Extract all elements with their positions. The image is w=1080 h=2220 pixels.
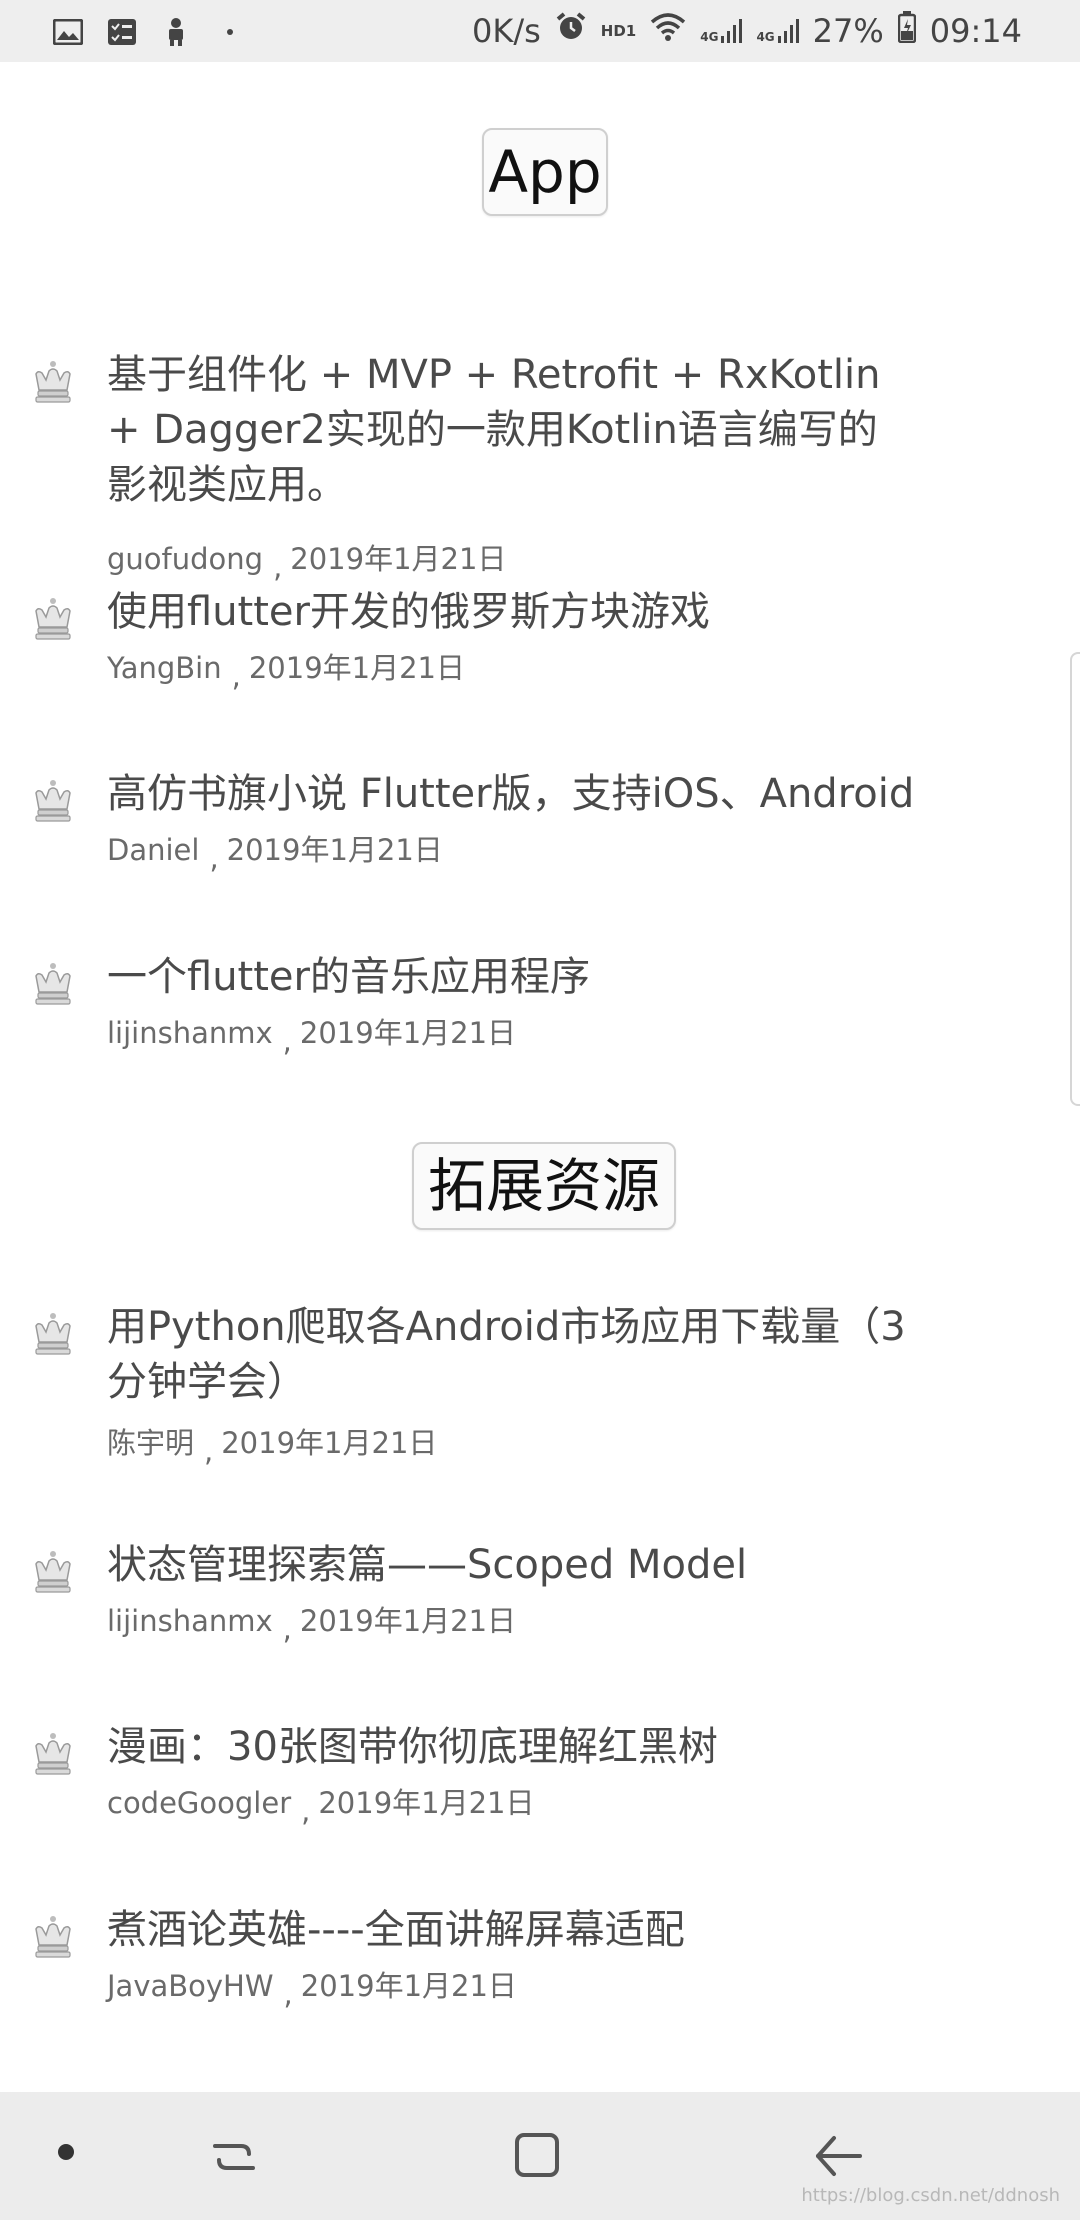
article-list: App 基于组件化 + MVP + Retrofit + RxKotlin + … xyxy=(0,62,1080,2092)
wifi-icon xyxy=(650,12,686,50)
section-header-app[interactable]: App xyxy=(482,128,608,216)
crown-icon xyxy=(30,358,76,404)
item-meta: JavaBoyHW, 2019年1月21日 xyxy=(107,1969,517,2011)
crown-icon xyxy=(30,595,76,641)
item-author: JavaBoyHW xyxy=(107,1969,274,2003)
signal-1-icon: 4G xyxy=(700,18,743,44)
robot-icon xyxy=(160,17,192,47)
item-title: 高仿书旗小说 Flutter版，支持iOS、Android xyxy=(107,771,915,817)
clock-time: 09:14 xyxy=(929,12,1022,50)
item-title: 使用flutter开发的俄罗斯方块游戏 xyxy=(107,589,710,635)
battery-percent: 27% xyxy=(812,12,884,50)
section-header-resources[interactable]: 拓展资源 xyxy=(412,1142,676,1230)
item-date: 2019年1月21日 xyxy=(221,1426,438,1460)
hd-voice-label: HD1 xyxy=(600,22,637,40)
home-icon[interactable] xyxy=(508,2126,568,2186)
status-bar: 0K/s HD1 4G 4G 27% 09:14 xyxy=(0,0,1080,62)
item-meta: Daniel, 2019年1月21日 xyxy=(107,833,443,875)
item-date: 2019年1月21日 xyxy=(248,651,465,685)
item-date: 2019年1月21日 xyxy=(318,1786,535,1820)
back-icon[interactable] xyxy=(808,2126,868,2186)
item-date: 2019年1月21日 xyxy=(299,1016,517,1050)
item-title: 漫画：30张图带你彻底理解红黑树 xyxy=(107,1724,718,1770)
crown-icon xyxy=(30,777,76,823)
system-navigation-bar: https://blog.csdn.net/ddnosh xyxy=(0,2092,1080,2220)
recents-icon[interactable] xyxy=(205,2126,265,2186)
checklist-icon xyxy=(106,17,138,47)
status-indicators: 0K/s HD1 4G 4G 27% 09:14 xyxy=(472,10,1022,52)
crown-icon xyxy=(30,1310,76,1356)
item-title: 基于组件化 + MVP + Retrofit + RxKotlin + Dagg… xyxy=(107,352,881,508)
watermark-text: https://blog.csdn.net/ddnosh xyxy=(801,2185,1060,2206)
item-author: Daniel xyxy=(107,833,200,867)
item-author: YangBin xyxy=(107,651,222,685)
notification-icons xyxy=(52,14,246,50)
item-meta: lijinshanmx, 2019年1月21日 xyxy=(107,1604,517,1646)
item-meta: codeGoogler, 2019年1月21日 xyxy=(107,1786,535,1828)
item-author: 陈宇明 xyxy=(107,1426,195,1460)
alarm-icon xyxy=(555,11,587,51)
item-meta: guofudong, 2019年1月21日 xyxy=(107,542,507,584)
item-title: 一个flutter的音乐应用程序 xyxy=(107,954,590,1000)
crown-icon xyxy=(30,960,76,1006)
crown-icon xyxy=(30,1548,76,1594)
item-date: 2019年1月21日 xyxy=(299,1604,517,1638)
item-title: 煮酒论英雄----全面讲解屏幕适配 xyxy=(107,1907,685,1953)
crown-icon xyxy=(30,1730,76,1776)
item-title: 用Python爬取各Android市场应用下载量（3分钟学会） xyxy=(107,1304,906,1405)
item-title: 状态管理探索篇——Scoped Model xyxy=(107,1542,748,1588)
item-date: 2019年1月21日 xyxy=(300,1969,517,2003)
item-meta: 陈宇明, 2019年1月21日 xyxy=(107,1426,438,1468)
nav-dot-icon[interactable] xyxy=(58,2144,74,2160)
network-speed: 0K/s xyxy=(472,12,541,50)
item-date: 2019年1月21日 xyxy=(226,833,443,867)
item-author: guofudong xyxy=(107,542,264,576)
item-meta: YangBin, 2019年1月21日 xyxy=(107,651,465,693)
battery-charging-icon xyxy=(897,11,917,51)
signal-2-icon: 4G xyxy=(756,18,799,44)
crown-icon xyxy=(30,1913,76,1959)
edge-panel-handle[interactable] xyxy=(1070,652,1080,1106)
more-notifications-dot-icon xyxy=(214,17,246,47)
item-author: lijinshanmx xyxy=(107,1604,273,1638)
gallery-icon xyxy=(52,17,84,47)
item-date: 2019年1月21日 xyxy=(290,542,507,576)
item-author: lijinshanmx xyxy=(107,1016,273,1050)
item-author: codeGoogler xyxy=(107,1786,292,1820)
item-meta: lijinshanmx, 2019年1月21日 xyxy=(107,1016,517,1058)
